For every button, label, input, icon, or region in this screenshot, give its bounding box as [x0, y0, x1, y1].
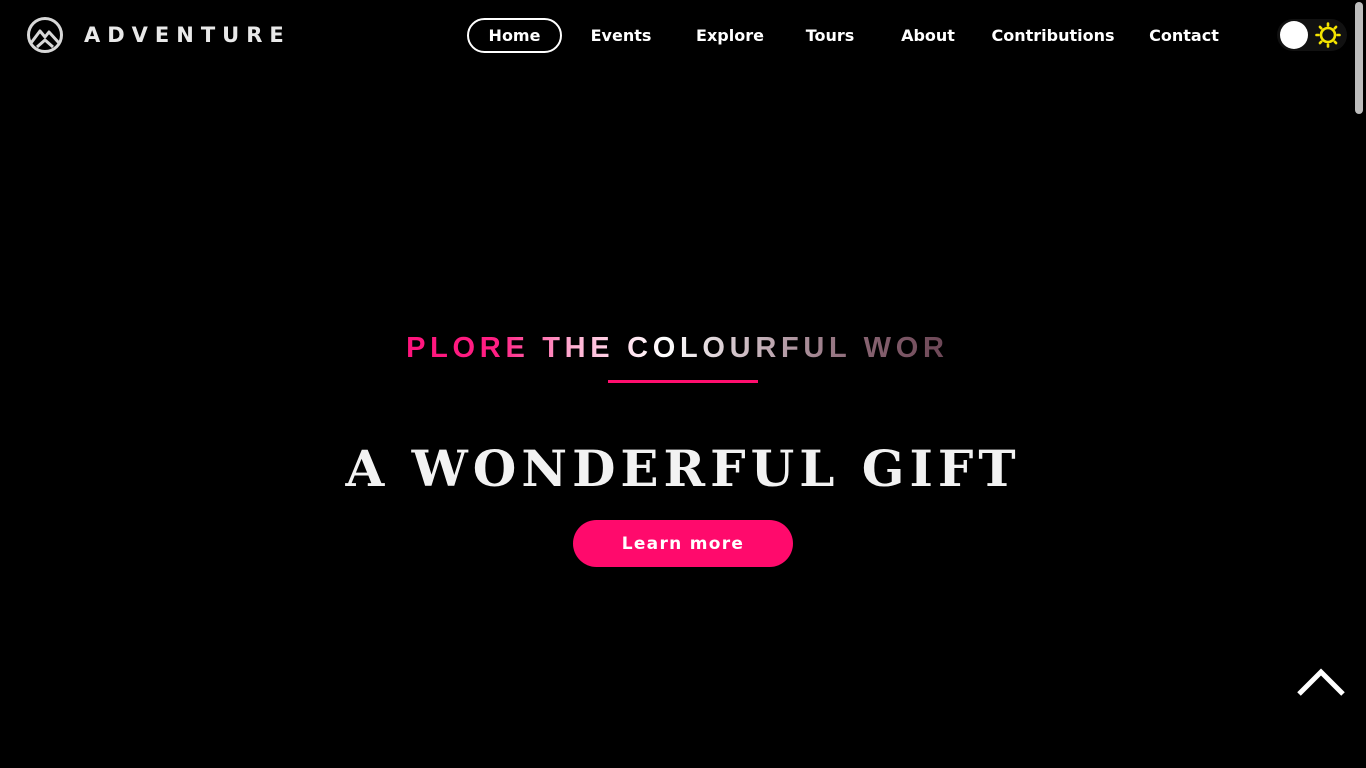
- site-header: ADVENTURE Home Events Explore Tours Abou…: [0, 0, 1352, 70]
- theme-toggle[interactable]: [1277, 19, 1347, 51]
- page: ADVENTURE Home Events Explore Tours Abou…: [0, 0, 1366, 768]
- mountain-logo-icon: [27, 17, 63, 53]
- brand-link[interactable]: ADVENTURE: [26, 16, 291, 54]
- scrollbar[interactable]: [1352, 0, 1366, 768]
- sun-icon: [1315, 22, 1341, 48]
- hero-subtitle: EXPLORE THE COLOURFUL WORLD: [408, 332, 948, 365]
- nav-contact[interactable]: Contact: [1142, 18, 1226, 53]
- nav-events[interactable]: Events: [580, 18, 662, 53]
- hero-subtitle-container: EXPLORE THE COLOURFUL WORLD: [408, 330, 948, 374]
- learn-more-button[interactable]: Learn more: [573, 520, 793, 567]
- hero-subtitle-underline: [608, 380, 758, 383]
- chevron-up-icon[interactable]: [1296, 666, 1346, 698]
- hero-headline: A WONDERFUL GIFT: [345, 439, 1021, 498]
- nav-about[interactable]: About: [890, 18, 966, 53]
- brand-name: ADVENTURE: [84, 23, 291, 47]
- nav-explore[interactable]: Explore: [686, 18, 774, 53]
- scrollbar-thumb[interactable]: [1355, 2, 1363, 114]
- main-nav: Home Events Explore Tours About Contribu…: [467, 18, 1226, 53]
- nav-contributions[interactable]: Contributions: [990, 18, 1116, 53]
- nav-tours[interactable]: Tours: [792, 18, 868, 53]
- toggle-knob: [1280, 21, 1308, 49]
- nav-home[interactable]: Home: [467, 18, 562, 53]
